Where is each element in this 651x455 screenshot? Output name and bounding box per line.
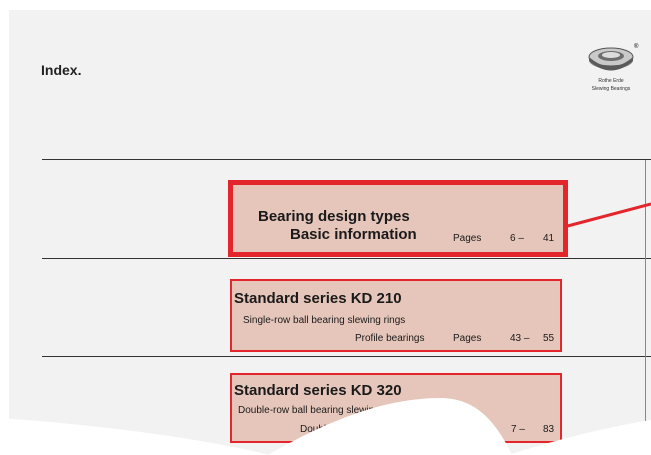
white-overlay-shape: [0, 398, 651, 455]
